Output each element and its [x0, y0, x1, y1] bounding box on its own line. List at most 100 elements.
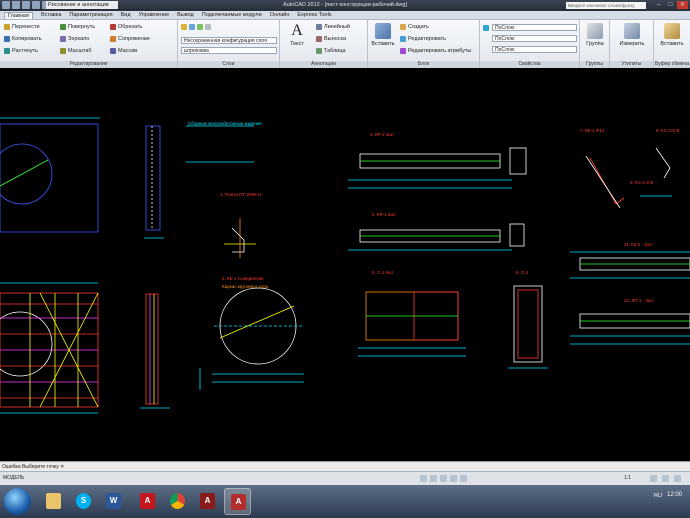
- drawing-canvas[interactable]: Сборные железобетонные изделия 1. Плита …: [0, 68, 690, 461]
- panel-groups-title: Группы: [580, 61, 609, 68]
- measure-button[interactable]: Измерить: [617, 23, 647, 47]
- window-controls: – □ ✕: [653, 1, 688, 9]
- fillet-button[interactable]: Сопряжение: [110, 36, 150, 42]
- grid-toggle[interactable]: [430, 475, 437, 482]
- snap-toggle[interactable]: [420, 475, 427, 482]
- label-p12: 12. КП-1 - 3шт: [624, 298, 654, 303]
- command-line[interactable]: Ошибка Выберите точку ✕: [0, 461, 690, 471]
- taskbar-explorer[interactable]: [40, 488, 67, 515]
- panel-groups: Группа Группы: [580, 20, 610, 68]
- save-icon[interactable]: [32, 1, 40, 9]
- open-icon[interactable]: [22, 1, 30, 9]
- create-block-button[interactable]: Создать: [400, 24, 429, 30]
- minimize-button[interactable]: –: [653, 1, 664, 9]
- edit-block-button[interactable]: Редактировать: [400, 36, 446, 42]
- linear-dim-button[interactable]: Линейный: [316, 24, 350, 30]
- trim-icon: [110, 24, 116, 30]
- tab-plugins[interactable]: Подключаемые модули: [202, 12, 262, 18]
- lock-icon[interactable]: [662, 475, 669, 482]
- label-p4: 4. КР-1 3шт: [372, 212, 397, 217]
- rotate-button[interactable]: Повернуть: [60, 24, 95, 30]
- annotation-scale[interactable]: 1:1: [624, 475, 631, 481]
- chrome-icon: [170, 493, 185, 509]
- array-icon: [110, 48, 116, 54]
- linear-dim-icon: [316, 24, 322, 30]
- move-button[interactable]: Перенести: [4, 24, 40, 30]
- autocad-icon: A: [231, 494, 246, 510]
- ribbon-tabs: Главная Вставка Параметризация Вид Управ…: [0, 11, 690, 20]
- label-p6: 6. С-2: [516, 270, 529, 275]
- layer-freeze-icon[interactable]: [189, 24, 195, 30]
- label-p9: 9. КС-2-8 Ф: [630, 180, 654, 185]
- workspace-gear-icon[interactable]: [650, 475, 657, 482]
- start-button[interactable]: [4, 488, 31, 515]
- layer-properties-icon[interactable]: [181, 24, 187, 30]
- match-properties-icon[interactable]: [483, 25, 489, 31]
- tab-manage[interactable]: Управление: [139, 12, 170, 18]
- tab-view[interactable]: Вид: [121, 12, 131, 18]
- copy-button[interactable]: Копировать: [4, 36, 42, 42]
- stretch-button[interactable]: Растянуть: [4, 48, 38, 54]
- detail-round: [199, 287, 304, 390]
- layer-combo[interactable]: штриховка: [181, 47, 277, 54]
- label-p8: 8. КС-2-8 Ф: [656, 128, 680, 133]
- close-button[interactable]: ✕: [677, 1, 688, 9]
- leader-icon: [316, 36, 322, 42]
- trim-button[interactable]: Обрезать: [110, 24, 142, 30]
- tab-online[interactable]: Онлайн: [270, 12, 290, 18]
- workspace-switcher[interactable]: Рисование и аннотации: [46, 1, 118, 9]
- tab-express-tools[interactable]: Express Tools: [297, 12, 331, 18]
- copy-icon: [4, 36, 10, 42]
- taskbar-acrobat[interactable]: A: [194, 488, 221, 515]
- model-space-indicator[interactable]: МОДЕЛЬ: [3, 475, 24, 481]
- detail-slab: [0, 117, 100, 233]
- paste-button[interactable]: Вставить: [657, 23, 687, 47]
- clock[interactable]: 12:00: [667, 491, 682, 499]
- app-menu-icon[interactable]: [2, 1, 10, 9]
- panel-block-title: Блок: [368, 61, 479, 68]
- mirror-button[interactable]: Зеркало: [60, 36, 89, 42]
- scale-button[interactable]: Масштаб: [60, 48, 92, 54]
- edit-attributes-button[interactable]: Редактировать атрибуты: [400, 48, 471, 54]
- layer-lock-icon[interactable]: [197, 24, 203, 30]
- leader-button[interactable]: Выноска: [316, 36, 346, 42]
- taskbar-adobe-reader[interactable]: A: [134, 488, 161, 515]
- osnap-toggle[interactable]: [460, 475, 467, 482]
- taskbar-autocad[interactable]: A: [224, 488, 251, 515]
- text-button[interactable]: A Текст: [282, 23, 312, 48]
- table-button[interactable]: Таблица: [316, 48, 346, 54]
- linetype-combo[interactable]: ПоСлою: [492, 35, 577, 42]
- layer-state-combo[interactable]: Несохраненная конфигурация слоя: [181, 37, 277, 44]
- fullscreen-icon[interactable]: [674, 475, 681, 482]
- language-indicator[interactable]: RU: [654, 493, 662, 499]
- taskbar-skype[interactable]: S: [70, 488, 97, 515]
- skype-icon: S: [76, 493, 91, 509]
- label-round-note: Каркас кругового узла: [222, 284, 268, 289]
- maximize-button[interactable]: □: [665, 1, 676, 9]
- array-button[interactable]: Массив: [110, 48, 137, 54]
- detail-bar-kr1: [348, 223, 525, 251]
- panel-block: Вставить Создать Редактировать Редактиро…: [368, 20, 480, 68]
- taskbar-chrome[interactable]: [164, 488, 191, 515]
- paste-icon: [664, 23, 680, 39]
- search-input[interactable]: Введите ключевое слово/фразу: [566, 2, 646, 9]
- ortho-toggle[interactable]: [440, 475, 447, 482]
- panel-modify: Перенести Повернуть Обрезать Копировать …: [0, 20, 178, 68]
- detail-bar-kr2: [348, 147, 527, 189]
- tab-home[interactable]: Главная: [4, 11, 33, 19]
- panel-layers-title: Слои: [178, 61, 279, 68]
- group-button[interactable]: Группа: [580, 23, 610, 47]
- quick-access-toolbar: [2, 1, 50, 9]
- measure-icon: [624, 23, 640, 39]
- layer-color-icon[interactable]: [205, 24, 211, 30]
- new-icon[interactable]: [12, 1, 20, 9]
- tab-parametric[interactable]: Параметризация: [69, 12, 112, 18]
- insert-block-button[interactable]: Вставить: [368, 23, 398, 47]
- polar-toggle[interactable]: [450, 475, 457, 482]
- move-icon: [4, 24, 10, 30]
- color-combo[interactable]: ПоСлою: [492, 24, 577, 31]
- tab-insert[interactable]: Вставка: [41, 12, 61, 18]
- taskbar-word[interactable]: W: [100, 488, 127, 515]
- lineweight-combo[interactable]: ПоСлою: [492, 46, 577, 53]
- tab-output[interactable]: Вывод: [177, 12, 194, 18]
